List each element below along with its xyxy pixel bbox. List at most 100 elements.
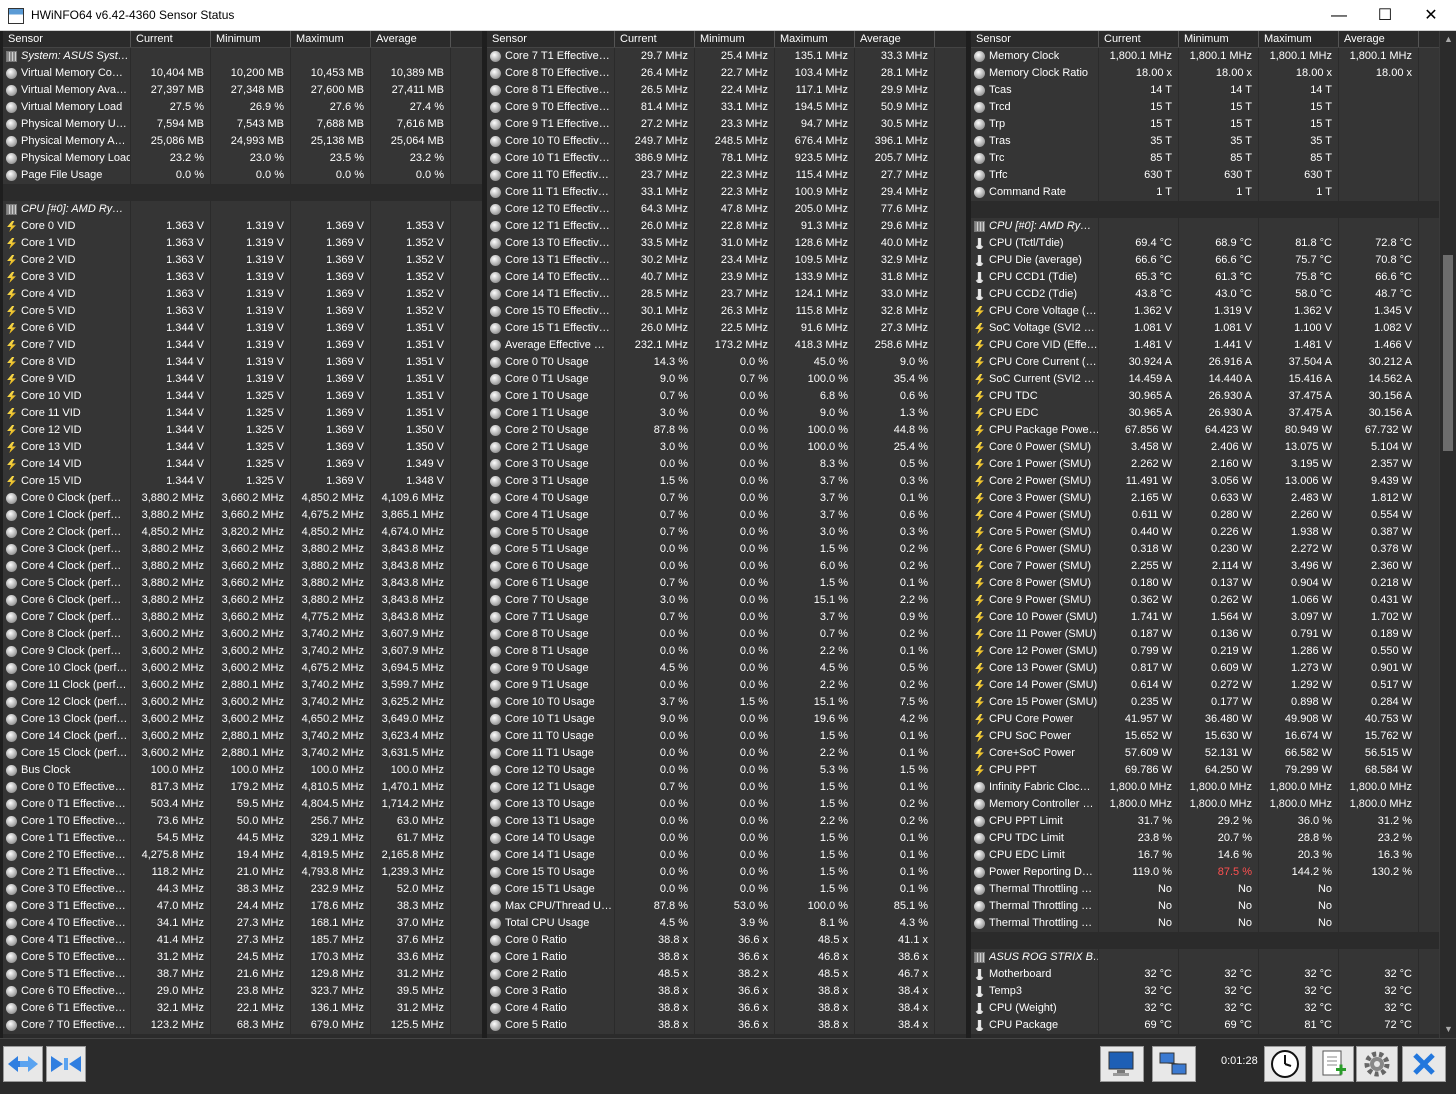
sensor-row[interactable]: Core 15 T1 Usage 0.0 % 0.0 % 1.5 % 0.1 % — [487, 881, 966, 898]
sensor-row[interactable]: Core 6 T0 Effective… 29.0 MHz 23.8 MHz 323.… — [3, 983, 482, 1000]
sensor-row[interactable]: Tcas 14 T 14 T 14 T — [971, 82, 1456, 99]
sensor-row[interactable]: Core 4 VID 1.363 V 1.319 V 1.369 V 1.352 V — [3, 286, 482, 303]
sensor-row[interactable]: Core 4 T1 Usage 0.7 % 0.0 % 3.7 % 0.6 % — [487, 507, 966, 524]
sensor-row[interactable]: Core 12 T1 Effectiv… 26.0 MHz 22.8 MHz 91.3… — [487, 218, 966, 235]
sensor-row[interactable]: Core 2 T0 Effective… 4,275.8 MHz 19.4 MHz 4… — [3, 847, 482, 864]
sensor-row[interactable]: Core 10 T1 Usage 9.0 % 0.0 % 19.6 % 4.2 % — [487, 711, 966, 728]
sensor-row[interactable]: Core 4 T1 Effective… 41.4 MHz 27.3 MHz 185.… — [3, 932, 482, 949]
sensor-row[interactable]: Core 12 T1 Usage 0.7 % 0.0 % 1.5 % 0.1 % — [487, 779, 966, 796]
sensor-row[interactable]: Core 1 Power (SMU) 2.262 W 2.160 W 3.195 W2… — [971, 456, 1456, 473]
sensor-row[interactable]: Core 13 T0 Usage 0.0 % 0.0 % 1.5 % 0.2 % — [487, 796, 966, 813]
sensor-row[interactable]: Core 15 T0 Usage 0.0 % 0.0 % 1.5 % 0.1 % — [487, 864, 966, 881]
sensor-row[interactable]: Core 5 Clock (perf… 3,880.2 MHz 3,660.2 MH… — [3, 575, 482, 592]
sensor-row[interactable]: Core 10 T1 Effectiv… 386.9 MHz 78.1 MHz 923… — [487, 150, 966, 167]
sensor-group-row[interactable]: ASUS ROG STRIX B… — [971, 949, 1456, 966]
column-header-maximum[interactable]: Maximum — [775, 31, 855, 47]
next-panel-button[interactable] — [46, 1046, 86, 1082]
sensor-row[interactable]: Trfc 630 T 630 T 630 T — [971, 167, 1456, 184]
sensor-row[interactable]: Core 2 T1 Effective… 118.2 MHz 21.0 MHz 4,7… — [3, 864, 482, 881]
sensor-row[interactable]: Core 12 VID 1.344 V 1.325 V 1.369 V 1.350 V — [3, 422, 482, 439]
sensor-row[interactable]: CPU Package Powe… 67.856 W 64.423 W 80.949 … — [971, 422, 1456, 439]
sensor-row[interactable]: Core 13 T0 Effectiv… 33.5 MHz 31.0 MHz 128.… — [487, 235, 966, 252]
sensor-row[interactable]: Core 8 T1 Usage 0.0 % 0.0 % 2.2 % 0.1 % — [487, 643, 966, 660]
sensor-row[interactable]: Core 5 T0 Effective… 31.2 MHz 24.5 MHz 170.… — [3, 949, 482, 966]
column-header-current[interactable]: Current — [615, 31, 695, 47]
sensor-row[interactable]: Core 0 Clock (perf… 3,880.2 MHz 3,660.2 MH… — [3, 490, 482, 507]
minimize-button[interactable]: — — [1316, 0, 1362, 31]
column-header-current[interactable]: Current — [131, 31, 211, 47]
sensor-row[interactable]: Core 11 VID 1.344 V 1.325 V 1.369 V 1.351 V — [3, 405, 482, 422]
sensor-row[interactable]: CPU Core Current (… 30.924 A 26.916 A 37.50… — [971, 354, 1456, 371]
sensor-row[interactable]: Core 15 VID 1.344 V 1.325 V 1.369 V 1.348 V — [3, 473, 482, 490]
column-header-sensor[interactable]: Sensor — [971, 31, 1099, 47]
sensor-row[interactable]: Core 9 Power (SMU) 0.362 W 0.262 W 1.066 W0… — [971, 592, 1456, 609]
sensor-row[interactable]: Core 7 T1 Usage 0.7 % 0.0 % 3.7 % 0.9 % — [487, 609, 966, 626]
sensor-row[interactable]: Core 2 Ratio 48.5 x 38.2 x 48.5 x 46.7 x — [487, 966, 966, 983]
sensor-row[interactable]: Core 0 VID 1.363 V 1.319 V 1.369 V 1.353 V — [3, 218, 482, 235]
sensor-row[interactable]: Core 1 T0 Usage 0.7 % 0.0 % 6.8 % 0.6 % — [487, 388, 966, 405]
sensor-row[interactable]: Core 2 T0 Usage 87.8 % 0.0 % 100.0 % 44.8 % — [487, 422, 966, 439]
sensor-row[interactable]: CPU Core Voltage (… 1.362 V 1.319 V 1.362 V… — [971, 303, 1456, 320]
sensor-row[interactable]: Core 11 Power (SMU) 0.187 W 0.136 W 0.791 W… — [971, 626, 1456, 643]
clock-button[interactable] — [1264, 1046, 1306, 1082]
sensor-row[interactable]: Core 10 T0 Effectiv… 249.7 MHz 248.5 MHz 67… — [487, 133, 966, 150]
sensor-row[interactable]: Core+SoC Power 57.609 W 52.131 W 66.582 W 56… — [971, 745, 1456, 762]
sensor-row[interactable]: Core 6 T0 Usage 0.0 % 0.0 % 6.0 % 0.2 % — [487, 558, 966, 575]
sensor-row[interactable]: Core 7 T0 Effective… 123.2 MHz 68.3 MHz 679… — [3, 1017, 482, 1034]
sensor-row[interactable]: Physical Memory U… 7,594 MB 7,543 MB 7,688 … — [3, 116, 482, 133]
sensor-row[interactable]: Core 14 T0 Usage 0.0 % 0.0 % 1.5 % 0.1 % — [487, 830, 966, 847]
sensor-row[interactable]: Trp 15 T 15 T 15 T — [971, 116, 1456, 133]
sensor-row[interactable]: Page File Usage 0.0 % 0.0 % 0.0 % 0.0 % — [3, 167, 482, 184]
sensor-row[interactable]: Core 13 T1 Usage 0.0 % 0.0 % 2.2 % 0.2 % — [487, 813, 966, 830]
sensor-row[interactable]: Core 0 T1 Usage 9.0 % 0.7 % 100.0 % 35.4 % — [487, 371, 966, 388]
sensor-row[interactable]: Core 2 Clock (perf… 4,850.2 MHz 3,820.2 MH… — [3, 524, 482, 541]
sensor-row[interactable]: Physical Memory A… 25,086 MB 24,993 MB 25,1… — [3, 133, 482, 150]
sensor-row[interactable]: Max CPU/Thread U… 87.8 % 53.0 % 100.0 % 85.1… — [487, 898, 966, 915]
sensor-row[interactable]: Core 10 Clock (perf… 3,600.2 MHz 3,600.2 M… — [3, 660, 482, 677]
sensor-row[interactable]: Core 3 T0 Effective… 44.3 MHz 38.3 MHz 232.… — [3, 881, 482, 898]
network-button[interactable] — [1152, 1046, 1196, 1082]
sensor-row[interactable]: Core 8 Power (SMU) 0.180 W 0.137 W 0.904 W0… — [971, 575, 1456, 592]
sensor-row[interactable]: Virtual Memory Ava… 27,397 MB 27,348 MB 27,… — [3, 82, 482, 99]
sensor-row[interactable]: Core 12 T0 Effectiv… 64.3 MHz 47.8 MHz 205.… — [487, 201, 966, 218]
sensor-row[interactable]: Core 13 Clock (perf… 3,600.2 MHz 3,600.2 M… — [3, 711, 482, 728]
sensor-row[interactable]: Trc 85 T 85 T 85 T — [971, 150, 1456, 167]
sensor-row[interactable]: Virtual Memory Co… 10,404 MB 10,200 MB 10,4… — [3, 65, 482, 82]
sensor-row[interactable]: CPU SoC Power 15.652 W 15.630 W 16.674 W 15.… — [971, 728, 1456, 745]
sensor-row[interactable]: Core 1 Ratio 38.8 x 36.6 x 46.8 x 38.6 x — [487, 949, 966, 966]
sensor-row[interactable]: CPU PPT 69.786 W 64.250 W 79.299 W 68.584 W — [971, 762, 1456, 779]
sensor-row[interactable]: Core 0 T1 Effective… 503.4 MHz 59.5 MHz 4,8… — [3, 796, 482, 813]
sensor-row[interactable]: Core 1 Clock (perf… 3,880.2 MHz 3,660.2 MH… — [3, 507, 482, 524]
sensor-row[interactable]: Core 7 T1 Effective… 29.7 MHz 25.4 MHz 135.… — [487, 48, 966, 65]
sensor-row[interactable]: Memory Clock Ratio 18.00 x 18.00 x 18.00 x1… — [971, 65, 1456, 82]
sensor-row[interactable]: Total CPU Usage 4.5 % 3.9 % 8.1 % 4.3 % — [487, 915, 966, 932]
sensor-row[interactable]: Core 3 VID 1.363 V 1.319 V 1.369 V 1.352 V — [3, 269, 482, 286]
sensor-row[interactable]: Core 14 T0 Effectiv… 40.7 MHz 23.9 MHz 133.… — [487, 269, 966, 286]
sensor-row[interactable]: Core 1 T1 Effective… 54.5 MHz 44.5 MHz 329.… — [3, 830, 482, 847]
sensor-row[interactable]: Average Effective … 232.1 MHz 173.2 MHz 418… — [487, 337, 966, 354]
sensor-row[interactable]: Core 12 Power (SMU) 0.799 W 0.219 W 1.286 W… — [971, 643, 1456, 660]
sensor-row[interactable]: Core 11 T0 Effectiv… 23.7 MHz 22.3 MHz 115.… — [487, 167, 966, 184]
sensor-row[interactable]: CPU Core VID (Effe… 1.481 V 1.441 V 1.481 V… — [971, 337, 1456, 354]
column-header-average[interactable]: Average — [1339, 31, 1419, 47]
sensor-row[interactable]: CPU EDC 30.965 A 26.930 A 37.475 A 30.156 A — [971, 405, 1456, 422]
sensor-row[interactable]: Trcd 15 T 15 T 15 T — [971, 99, 1456, 116]
column-header-minimum[interactable]: Minimum — [1179, 31, 1259, 47]
sensor-row[interactable]: CPU TDC 30.965 A 26.930 A 37.475 A 30.156 A — [971, 388, 1456, 405]
sensor-row[interactable]: Core 7 VID 1.344 V 1.319 V 1.369 V 1.351 V — [3, 337, 482, 354]
sensor-row[interactable]: Core 6 Clock (perf… 3,880.2 MHz 3,660.2 MH… — [3, 592, 482, 609]
column-header-sensor[interactable]: Sensor — [487, 31, 615, 47]
sensor-row[interactable]: Core 6 T1 Effective… 32.1 MHz 22.1 MHz 136.… — [3, 1000, 482, 1017]
sensor-row[interactable]: Infinity Fabric Cloc… 1,800.0 MHz 1,800.0 … — [971, 779, 1456, 796]
sensor-row[interactable]: Core 5 Ratio 38.8 x 36.6 x 38.8 x 38.4 x — [487, 1017, 966, 1034]
sensor-row[interactable]: Thermal Throttling … No No No — [971, 915, 1456, 932]
sensor-row[interactable]: Core 3 Power (SMU) 2.165 W 0.633 W 2.483 W1… — [971, 490, 1456, 507]
sensor-row[interactable]: Core 1 T1 Usage 3.0 % 0.0 % 9.0 % 1.3 % — [487, 405, 966, 422]
sensor-row[interactable]: Tras 35 T 35 T 35 T — [971, 133, 1456, 150]
sensor-row[interactable]: Core 4 T0 Usage 0.7 % 0.0 % 3.7 % 0.1 % — [487, 490, 966, 507]
sensor-row[interactable]: Core 4 Ratio 38.8 x 36.6 x 38.8 x 38.4 x — [487, 1000, 966, 1017]
sensor-row[interactable]: Core 9 T0 Effective… 81.4 MHz 33.1 MHz 194.… — [487, 99, 966, 116]
sensor-row[interactable]: Core 11 T1 Effectiv… 33.1 MHz 22.3 MHz 100.… — [487, 184, 966, 201]
sensor-row[interactable]: CPU CCD1 (Tdie) 65.3 °C 61.3 °C 75.8 °C 66.6… — [971, 269, 1456, 286]
sensor-row[interactable]: Core 11 T0 Usage 0.0 % 0.0 % 1.5 % 0.1 % — [487, 728, 966, 745]
